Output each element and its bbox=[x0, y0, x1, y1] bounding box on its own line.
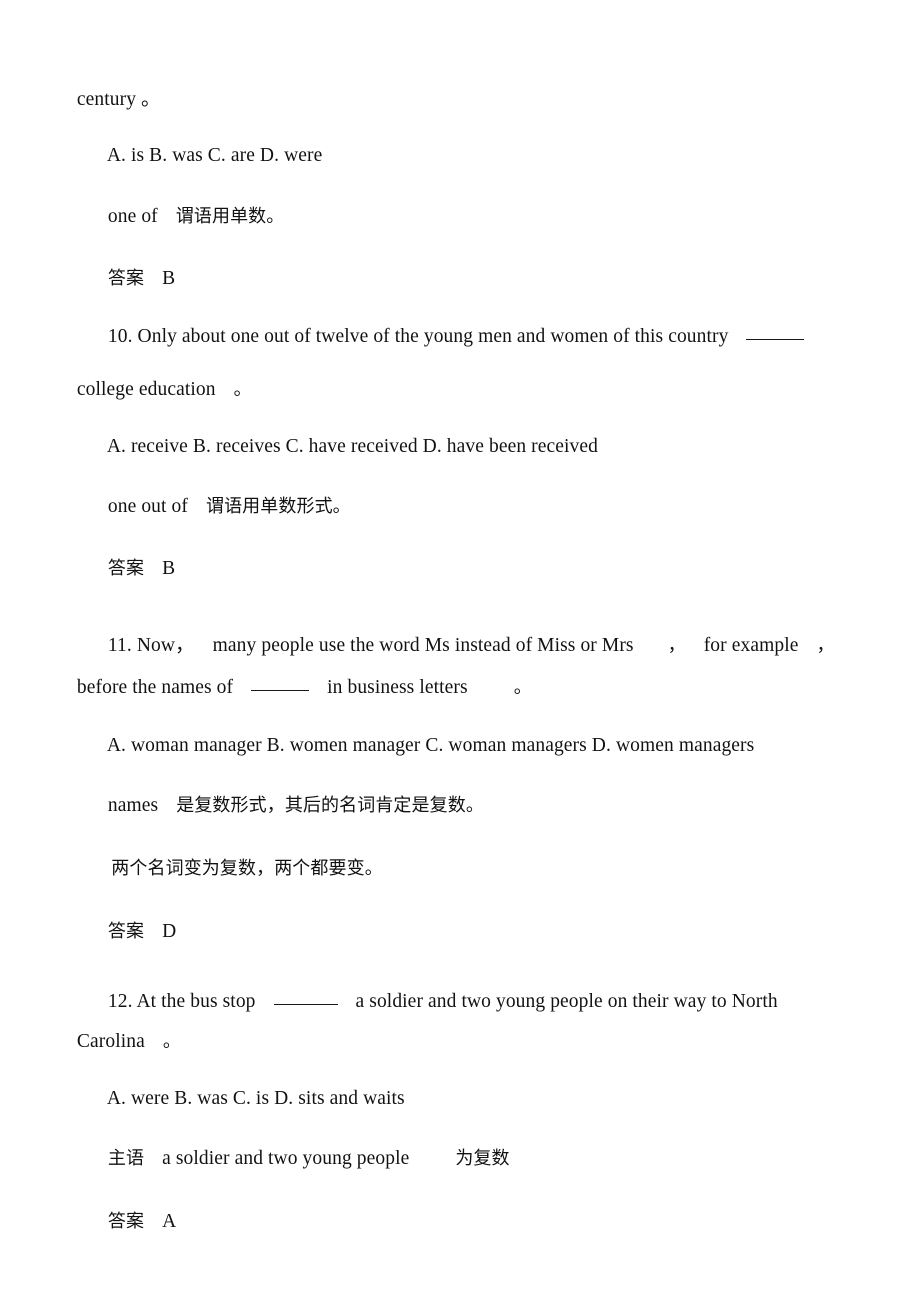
q11-stem-forexample: for example bbox=[703, 635, 799, 656]
text-line-q12-explanation: 主语 a soldier and two young people 为复数 bbox=[88, 1123, 510, 1195]
text-line-q12-answer: 答案 A bbox=[88, 1186, 176, 1258]
q10-options-text: A. receive B. receives C. have received … bbox=[106, 436, 598, 457]
q11-stem-comma-1: ， bbox=[667, 635, 686, 656]
q11-blank bbox=[251, 690, 310, 691]
q10-explanation-english: one out of bbox=[107, 496, 188, 517]
q11-answer-value: D bbox=[162, 921, 177, 942]
q11-explanation-chinese: 是复数形式，其后的名词肯定是复数。 bbox=[176, 795, 484, 816]
q11-stem-cont: before the names of bbox=[76, 677, 234, 698]
q12-explanation-chinese-1: 主语 bbox=[107, 1148, 145, 1169]
q9-stem-text: century 。 bbox=[76, 89, 161, 110]
text-line-q12-stem-1: 12. At the bus stop a soldier and two you… bbox=[88, 966, 778, 1038]
q10-stem-text: 10. Only about one out of twelve of the … bbox=[107, 326, 729, 347]
q12-explanation-english: a soldier and two young people bbox=[162, 1148, 410, 1169]
q9-answer-value: B bbox=[162, 268, 176, 289]
q10-blank bbox=[746, 339, 805, 340]
text-line-q11-answer: 答案 D bbox=[88, 896, 176, 968]
text-line-q11-explanation-2: 两个名词变为复数，两个都要变。 bbox=[88, 833, 383, 905]
q10-answer-label: 答案 bbox=[107, 558, 145, 579]
q11-explanation-chinese-2: 两个名词变为复数，两个都要变。 bbox=[111, 858, 383, 879]
q9-options-text: A. is B. was C. are D. were bbox=[106, 145, 323, 166]
q12-explanation-chinese-2: 为复数 bbox=[455, 1148, 510, 1169]
q11-options-text: A. woman manager B. women manager C. wom… bbox=[106, 735, 755, 756]
q12-answer-label: 答案 bbox=[107, 1211, 145, 1232]
q12-answer-value: A bbox=[162, 1211, 177, 1232]
q9-explanation-english: one of bbox=[107, 206, 158, 227]
q9-answer-label: 答案 bbox=[107, 268, 145, 289]
q9-explanation-chinese: 谓语用单数。 bbox=[175, 206, 285, 227]
q12-blank bbox=[273, 1004, 338, 1005]
q10-answer-value: B bbox=[162, 558, 176, 579]
q11-explanation-english: names bbox=[107, 795, 159, 816]
q12-options-text: A. were B. was C. is D. sits and waits bbox=[106, 1088, 405, 1109]
q11-stem-period: 。 bbox=[513, 677, 532, 698]
q12-stem-period: 。 bbox=[162, 1031, 181, 1052]
q10-explanation-chinese: 谓语用单数形式。 bbox=[205, 496, 351, 517]
document-page: century 。 A. is B. was C. are D. were on… bbox=[0, 0, 920, 1302]
q10-stem-text-cont: college education bbox=[76, 379, 216, 400]
q12-stem-main: a soldier and two young people on their … bbox=[355, 991, 778, 1012]
q10-stem-period: 。 bbox=[233, 379, 252, 400]
q11-stem-tail: in business letters bbox=[327, 677, 468, 698]
text-line-q10-answer: 答案 B bbox=[88, 533, 175, 605]
q11-answer-label: 答案 bbox=[107, 921, 145, 942]
q11-stem-comma-2: ， bbox=[816, 635, 835, 656]
q12-stem-cont: Carolina bbox=[76, 1031, 145, 1052]
text-line-q11-explanation-1: names 是复数形式，其后的名词肯定是复数。 bbox=[88, 770, 484, 842]
